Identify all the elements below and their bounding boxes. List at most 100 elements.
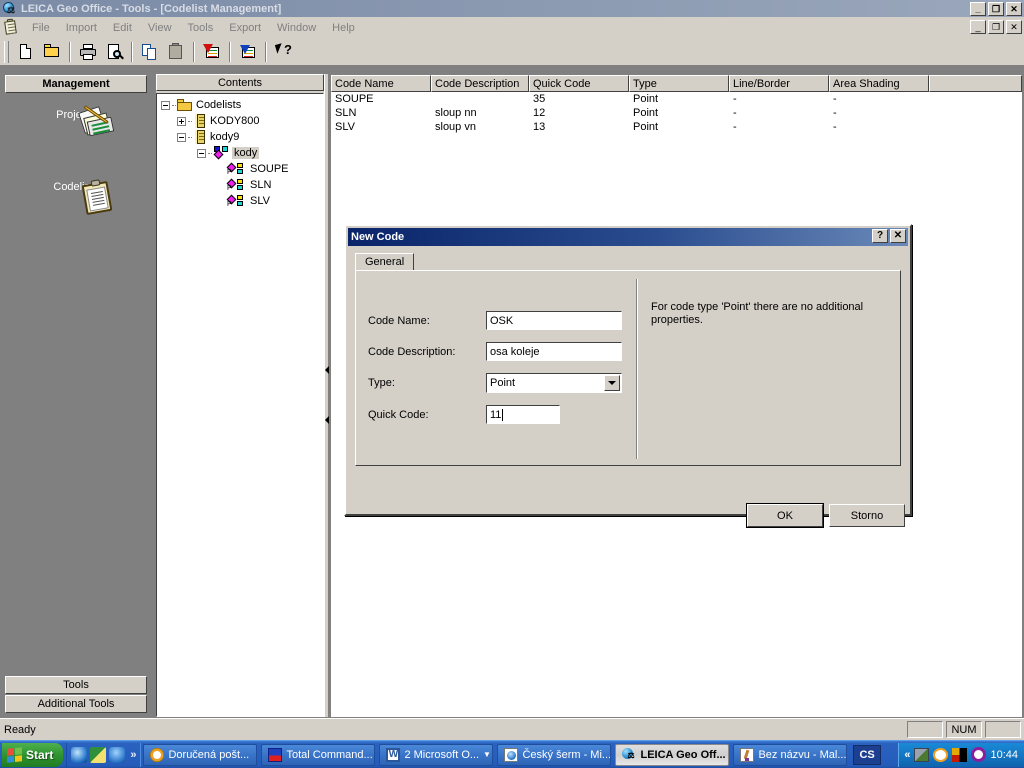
help-button[interactable]: ? (872, 229, 888, 243)
overflow-chevron-icon[interactable]: » (130, 749, 136, 761)
dialog-close-button[interactable]: ✕ (890, 229, 906, 243)
management-panel-header: Management (5, 75, 147, 93)
export-codelist-icon[interactable] (236, 40, 260, 63)
tree-node-kody800[interactable]: KODY800 (157, 113, 323, 129)
paste-icon[interactable] (164, 40, 188, 63)
column-header-line-border[interactable]: Line/Border (729, 75, 829, 92)
new-icon[interactable] (14, 40, 38, 63)
taskbar-button-microsoft-office[interactable]: W 2 Microsoft O... ▼ (379, 743, 494, 766)
menu-item-import[interactable]: Import (58, 19, 105, 37)
outlook-express-icon[interactable] (109, 746, 126, 763)
menu-item-file[interactable]: File (24, 19, 58, 37)
taskbar-button-paint[interactable]: Bez názvu - Mal... (733, 743, 848, 766)
taskbar-button-leica-geo-office[interactable]: ⚖ LEICA Geo Off... (615, 743, 730, 766)
minimize-button[interactable]: _ (970, 2, 986, 16)
taskbar-button-label: 2 Microsoft O... (404, 748, 480, 761)
opera-icon[interactable] (971, 747, 987, 762)
start-button[interactable]: Start (2, 742, 64, 767)
mdi-close-button[interactable]: ✕ (1006, 20, 1022, 34)
cancel-button[interactable]: Storno (829, 504, 905, 527)
tray-clock[interactable]: 10:44 (990, 749, 1018, 761)
taskbar-button-outlook[interactable]: Doručená pošt... (143, 743, 258, 766)
toolbar-separator (69, 41, 71, 62)
internet-explorer-icon[interactable] (71, 746, 88, 763)
tree-node-slv[interactable]: P SLV (157, 193, 323, 209)
table-row[interactable]: SOUPE 35 Point - - (331, 92, 1022, 106)
tree-node-kody[interactable]: kody (157, 145, 323, 161)
document-clipboard-icon (3, 18, 20, 36)
clock-icon[interactable] (933, 747, 949, 762)
field-label: Code Name: (368, 314, 430, 327)
print-icon[interactable] (76, 40, 100, 63)
menu-item-help[interactable]: Help (324, 19, 363, 37)
column-header-code-name[interactable]: Code Name (331, 75, 431, 92)
tree-node-soupe[interactable]: P SOUPE (157, 161, 323, 177)
tree-node-sln[interactable]: P SLN (157, 177, 323, 193)
taskbar-button-cesky-serm[interactable]: Český šerm - Mi... (497, 743, 612, 766)
menu-item-export[interactable]: Export (221, 19, 269, 37)
menu-item-tools[interactable]: Tools (180, 19, 222, 37)
splitter-collapse-arrow-icon[interactable] (325, 366, 329, 374)
column-header-code-description[interactable]: Code Description (431, 75, 529, 92)
field-label: Code Description: (368, 345, 456, 358)
expander-minus-icon[interactable] (161, 100, 170, 110)
panel-button-additional-tools[interactable]: Additional Tools (5, 695, 147, 713)
folder-icon (177, 98, 193, 112)
panel-splitter[interactable] (324, 74, 329, 717)
help-cursor-icon[interactable]: ? (272, 40, 296, 63)
splitter-collapse-arrow-icon[interactable] (325, 416, 329, 424)
quick-code-input[interactable]: 11 (486, 405, 560, 424)
import-codelist-icon[interactable] (200, 40, 224, 63)
close-button[interactable]: ✕ (1006, 2, 1022, 16)
chevron-down-icon[interactable] (604, 375, 620, 391)
open-folder-icon[interactable] (40, 40, 64, 63)
menu-item-view[interactable]: View (140, 19, 180, 37)
mdi-minimize-button[interactable]: _ (970, 20, 986, 34)
expander-minus-icon[interactable] (197, 148, 206, 158)
code-description-input[interactable]: osa koleje (486, 342, 622, 361)
print-preview-icon[interactable] (102, 40, 126, 63)
panel-entry-codelists[interactable]: Codelists (3, 179, 149, 216)
new-code-dialog: New Code ? ✕ General Code Name: OSK Code… (344, 224, 912, 528)
cell-code-description (431, 92, 529, 106)
toolbar-grip[interactable] (4, 40, 9, 63)
table-row[interactable]: SLN sloup nn 12 Point - - (331, 106, 1022, 120)
language-indicator[interactable]: CS (853, 744, 881, 765)
restore-button[interactable]: ❐ (988, 2, 1004, 16)
column-header-quick-code[interactable]: Quick Code (529, 75, 629, 92)
expander-minus-icon[interactable] (177, 132, 186, 142)
status-message: Ready (4, 723, 36, 736)
paint-icon (740, 747, 755, 762)
taskbar-button-total-commander[interactable]: Total Command... (261, 743, 376, 766)
dialog-title-buttons: ? ✕ (872, 229, 906, 243)
code-point-icon: P (226, 178, 247, 192)
tree-node-codelists[interactable]: Codelists (157, 97, 323, 113)
application-window: ⚖ LEICA Geo Office - Tools - [Codelist M… (0, 0, 1024, 768)
table-row[interactable]: SLV sloup vn 13 Point - - (331, 120, 1022, 134)
expander-plus-icon[interactable] (177, 116, 186, 126)
chevron-down-icon[interactable]: ▼ (483, 750, 491, 759)
contents-tree[interactable]: Codelists KODY800 kody9 kody P SOUPE P S… (156, 93, 324, 717)
quick-code-value: 11 (490, 409, 502, 421)
panel-button-tools[interactable]: Tools (5, 676, 147, 694)
tree-node-label: kody (232, 147, 260, 159)
tray-expand-chevron-icon[interactable]: « (904, 749, 910, 761)
copy-icon[interactable] (138, 40, 162, 63)
column-header-type[interactable]: Type (629, 75, 729, 92)
ok-button[interactable]: OK (746, 503, 824, 528)
tree-node-kody9[interactable]: kody9 (157, 129, 323, 145)
type-combobox[interactable]: Point (486, 373, 622, 393)
colors-icon[interactable] (952, 747, 968, 762)
tab-general[interactable]: General (355, 253, 415, 271)
mdi-restore-button[interactable]: ❐ (988, 20, 1004, 34)
network-icon[interactable] (914, 747, 930, 762)
menu-item-edit[interactable]: Edit (105, 19, 140, 37)
dialog-tabstrip: General (355, 253, 415, 271)
tree-node-label: SLV (250, 195, 270, 207)
code-name-input[interactable]: OSK (486, 311, 622, 330)
column-header-area-shading[interactable]: Area Shading (829, 75, 929, 92)
book-help-icon[interactable] (90, 746, 107, 763)
panel-entry-projects[interactable]: Projects (3, 105, 149, 137)
column-header-filler[interactable] (929, 75, 1022, 92)
menu-item-window[interactable]: Window (269, 19, 324, 37)
